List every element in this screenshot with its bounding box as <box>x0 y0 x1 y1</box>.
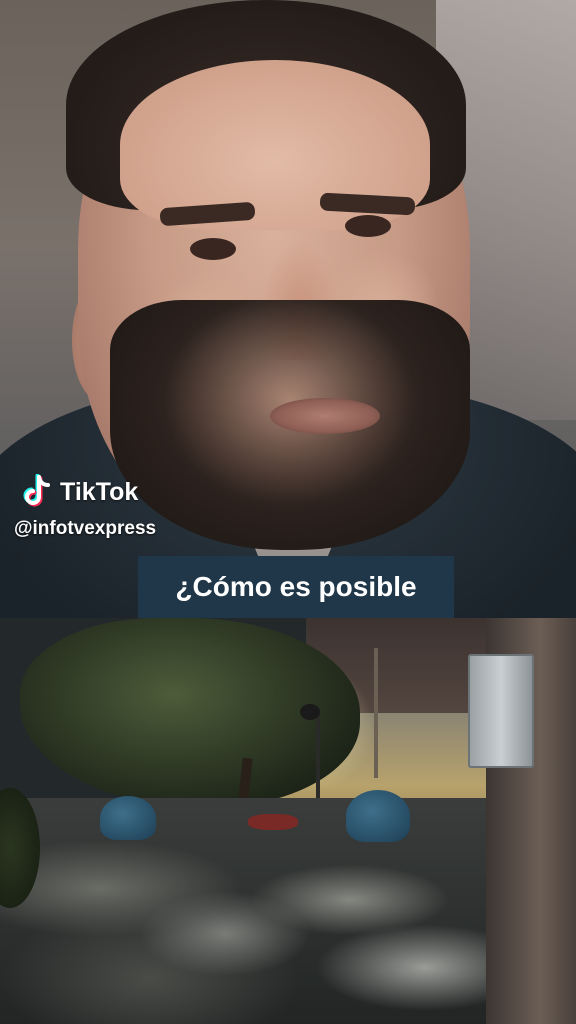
lamp-head <box>300 704 320 720</box>
red-tarp <box>248 814 298 830</box>
bottom-video-frame <box>0 618 576 1024</box>
video-caption: ¿Cómo es posible <box>175 571 417 602</box>
tiktok-logo-icon <box>23 474 50 507</box>
tiktok-brand-name: TikTok <box>60 477 139 506</box>
eye-left <box>190 238 236 260</box>
sleeping-people-crowd <box>0 798 500 1024</box>
blue-tent <box>346 790 410 842</box>
tiktok-watermark: TikTok <box>20 474 138 510</box>
blue-tent <box>100 796 156 840</box>
air-conditioner-unit <box>468 654 534 768</box>
account-handle: @infotvexpress <box>14 518 157 539</box>
mouth <box>270 398 380 434</box>
eye-right <box>345 215 391 237</box>
